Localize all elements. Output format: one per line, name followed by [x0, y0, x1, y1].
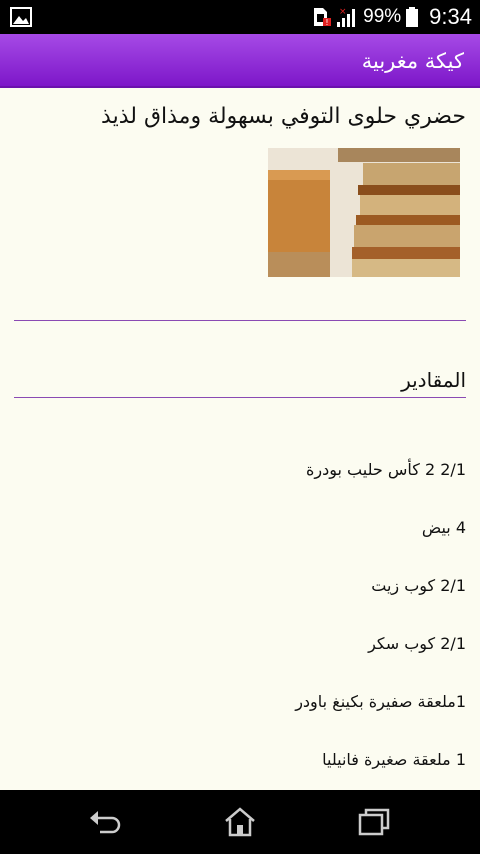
ingredients-title: المقادير: [401, 368, 466, 392]
battery-percent: 99%: [363, 6, 402, 27]
toffee-cake-photo: [268, 148, 460, 277]
signal-icon: ×: [337, 7, 356, 27]
action-bar: كيكة مغربية: [0, 34, 480, 88]
svg-text:×: ×: [339, 7, 347, 17]
home-icon[interactable]: [222, 806, 258, 838]
ingredient-item: 4 بيض: [421, 518, 466, 537]
ingredient-item: 2/1 كوب سكر: [368, 634, 466, 653]
svg-text:!: !: [326, 18, 329, 27]
app-title: كيكة مغربية: [361, 49, 464, 73]
article-content[interactable]: حضري حلوى التوفي بسهولة ومذاق لذيذ المقا…: [0, 88, 480, 790]
ingredients-list: 2/1 2 كأس حليب بودرة 4 بيض 2/1 كوب زيت 2…: [14, 458, 466, 790]
ingredient-item: 1ملعقة صفيرة بكينغ باودر: [295, 692, 466, 711]
gallery-notification-icon: [10, 7, 32, 27]
status-icons: ! × 99% 9:34: [309, 0, 472, 34]
ingredient-item: 1 ملعقة صغيرة فانيليا: [322, 750, 466, 769]
sim-error-icon: !: [314, 8, 332, 27]
ingredient-item: 2/1 2 كأس حليب بودرة: [306, 460, 466, 479]
clock: 9:34: [429, 4, 472, 29]
section-divider: [14, 397, 466, 398]
article-headline: حضري حلوى التوفي بسهولة ومذاق لذيذ: [101, 104, 466, 129]
divider: [14, 320, 466, 321]
ingredient-item: 2/1 كوب زيت: [371, 576, 466, 595]
back-icon[interactable]: [88, 806, 124, 838]
navigation-bar: [0, 790, 480, 854]
recents-icon[interactable]: [356, 806, 392, 838]
status-bar: ! × 99% 9:34: [0, 0, 480, 34]
battery-icon: [406, 7, 419, 27]
